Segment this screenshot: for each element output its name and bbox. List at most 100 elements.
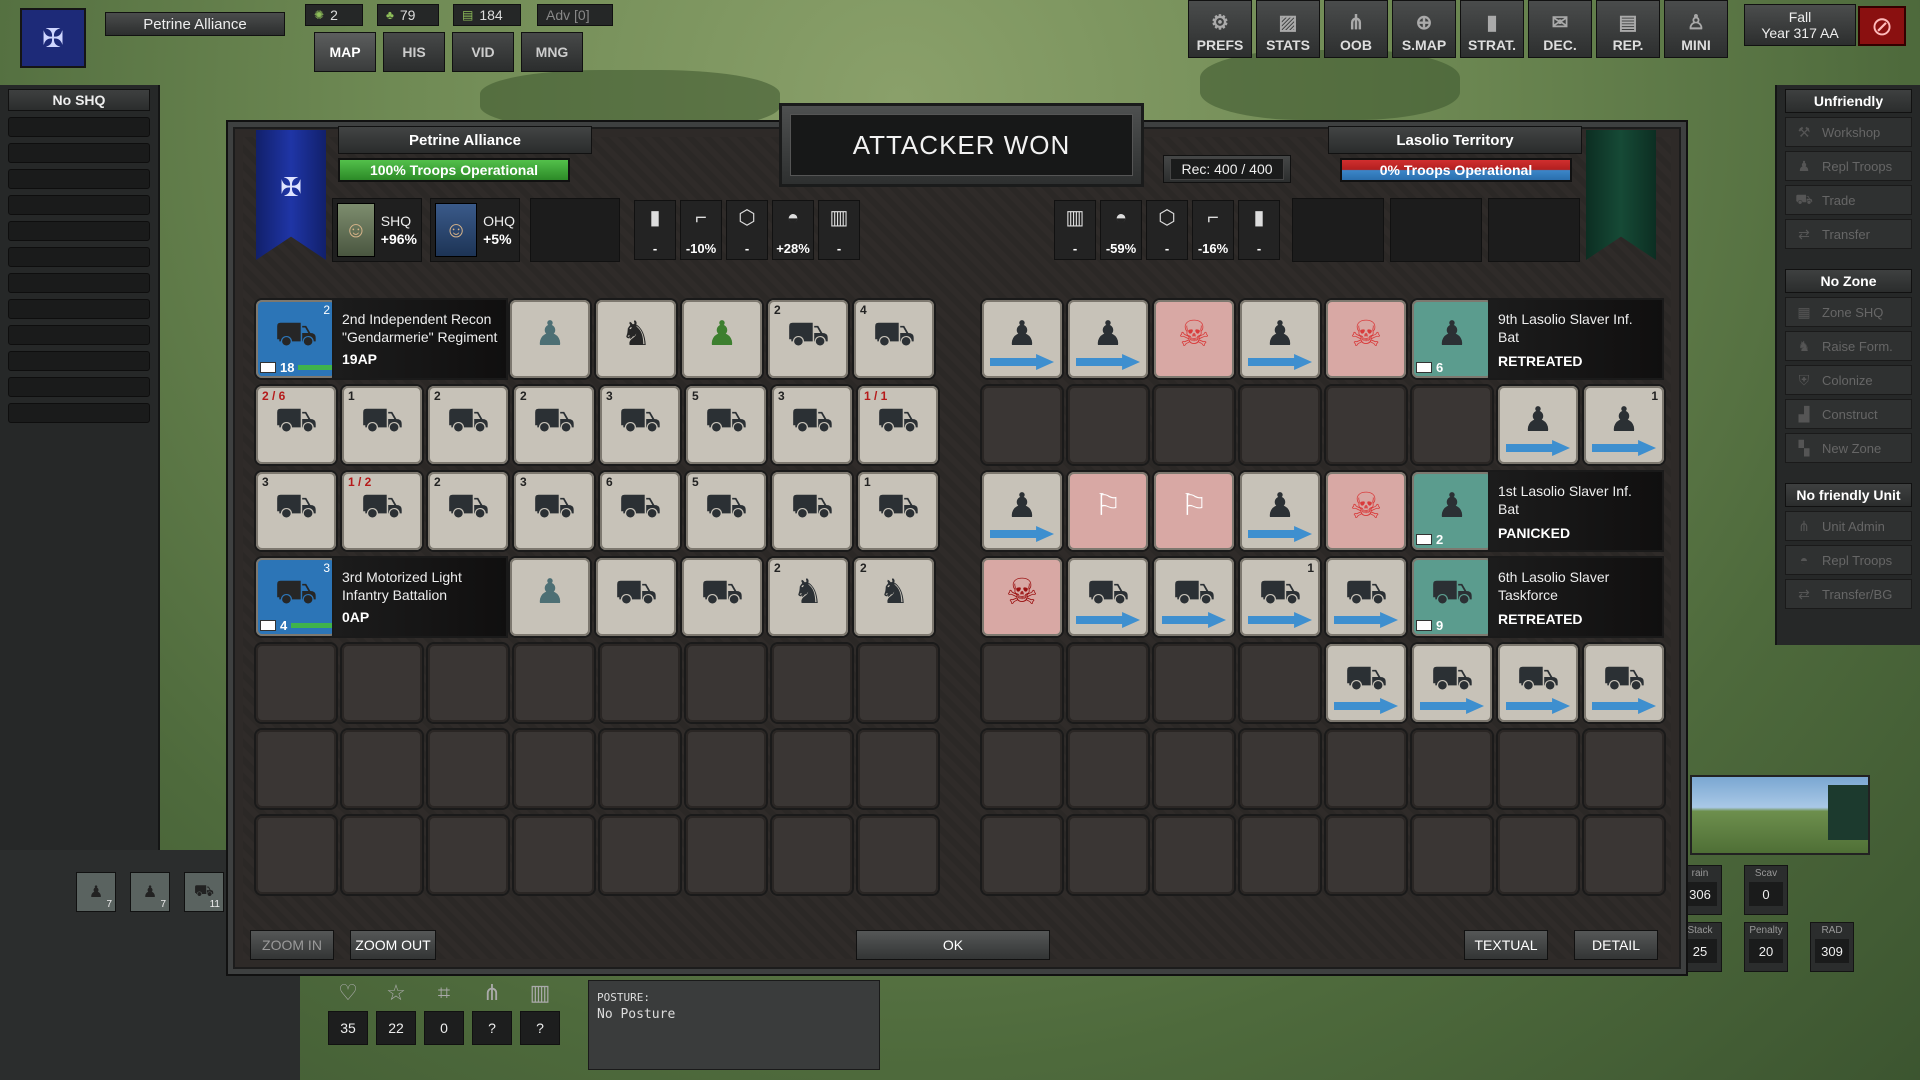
- shq-slot[interactable]: [8, 351, 150, 371]
- enemy-unit-cell[interactable]: 1 ♟: [1584, 386, 1664, 464]
- enemy-unit-cell[interactable]: ⛟: [1068, 558, 1148, 636]
- mod-supply[interactable]: ▥ -: [1054, 200, 1096, 260]
- enemy-unit-cell[interactable]: ⛟: [1154, 558, 1234, 636]
- unit-cell[interactable]: ⛟: [596, 558, 676, 636]
- unit-label-motorized-battalion[interactable]: 3rd Motorized Light Infantry Battalion 0…: [334, 558, 506, 636]
- unit-cell[interactable]: 1 ⛟: [858, 472, 938, 550]
- shq-slot[interactable]: [8, 143, 150, 163]
- unit-cell[interactable]: 3 ⛟: [772, 386, 852, 464]
- smap-button[interactable]: ⊕ S.MAP: [1392, 0, 1456, 58]
- repl-troops-button[interactable]: ♟ Repl Troops: [1785, 151, 1912, 181]
- mod-weapon[interactable]: ⌐ -16%: [1192, 200, 1234, 260]
- mod-helmet[interactable]: ◓ -59%: [1100, 200, 1142, 260]
- ohq-box[interactable]: ☺ OHQ +5%: [430, 198, 520, 262]
- unit-cell[interactable]: 5 ⛟: [686, 386, 766, 464]
- enemy-unit-cell[interactable]: ⛟: [1584, 644, 1664, 722]
- enemy-unit-cell[interactable]: ☠: [1154, 300, 1234, 378]
- unit-cell[interactable]: 3 ⛟: [256, 472, 336, 550]
- unit-hq-recon-regiment[interactable]: ⛟ 2 18: [256, 300, 336, 378]
- tab-map[interactable]: MAP: [314, 32, 376, 72]
- unit-cell[interactable]: ♟: [682, 300, 762, 378]
- raise-form-button[interactable]: ♞ Raise Form.: [1785, 331, 1912, 361]
- mod-terrain[interactable]: ⬡ -: [726, 200, 768, 260]
- shq-slot[interactable]: [8, 377, 150, 397]
- enemy-unit-cell[interactable]: ⛟: [1498, 644, 1578, 722]
- enemy-unit-cell[interactable]: ⛟: [1412, 644, 1492, 722]
- unit-cell[interactable]: 2 ⛟: [428, 472, 508, 550]
- enemy-label-1st-bat[interactable]: 1st Lasolio Slaver Inf. Bat PANICKED: [1490, 472, 1662, 550]
- mod-helmet[interactable]: ◓ +28%: [772, 200, 814, 260]
- enemy-unit-cell[interactable]: ♟: [1498, 386, 1578, 464]
- new-zone-button[interactable]: ▚ New Zone: [1785, 433, 1912, 463]
- enemy-label-6th-taskforce[interactable]: 6th Lasolio Slaver Taskforce RETREATED: [1490, 558, 1662, 636]
- enemy-unit-cell[interactable]: ⛟: [1326, 644, 1406, 722]
- enemy-unit-cell[interactable]: ♟: [1240, 472, 1320, 550]
- colonize-button[interactable]: ⛨ Colonize: [1785, 365, 1912, 395]
- stack-unit[interactable]: ♟ 7: [76, 872, 116, 912]
- enemy-unit-cell[interactable]: ☠: [982, 558, 1062, 636]
- mod-supply[interactable]: ▥ -: [818, 200, 860, 260]
- shq-slot[interactable]: [8, 195, 150, 215]
- unit-cell[interactable]: 2 ⛟: [428, 386, 508, 464]
- enemy-unit-cell[interactable]: ☠: [1326, 300, 1406, 378]
- enemy-unit-cell[interactable]: ⛟: [1326, 558, 1406, 636]
- unit-cell[interactable]: 2 ⛟: [768, 300, 848, 378]
- mini-button[interactable]: ♙ MINI: [1664, 0, 1728, 58]
- dec-button[interactable]: ✉ DEC.: [1528, 0, 1592, 58]
- rep-button[interactable]: ▤ REP.: [1596, 0, 1660, 58]
- end-turn-button[interactable]: ⊘: [1858, 6, 1906, 46]
- enemy-unit-cell[interactable]: ☠: [1326, 472, 1406, 550]
- mod-card[interactable]: ▮ -: [1238, 200, 1280, 260]
- unit-admin-button[interactable]: ⋔ Unit Admin: [1785, 511, 1912, 541]
- enemy-unit-cell[interactable]: ⚐: [1068, 472, 1148, 550]
- unit-cell[interactable]: 1 / 1 ⛟: [858, 386, 938, 464]
- zone-shq-button[interactable]: ▦ Zone SHQ: [1785, 297, 1912, 327]
- tab-vid[interactable]: VID: [452, 32, 514, 72]
- unit-cell[interactable]: ♟: [510, 558, 590, 636]
- unit-cell[interactable]: 1 / 2 ⛟: [342, 472, 422, 550]
- enemy-unit-cell[interactable]: ⚐: [1154, 472, 1234, 550]
- shq-slot[interactable]: [8, 117, 150, 137]
- unit-cell[interactable]: 2 ♞: [768, 558, 848, 636]
- enemy-hq-1st-bat[interactable]: ♟ 2: [1412, 472, 1492, 550]
- enemy-unit-cell[interactable]: ♟: [1240, 300, 1320, 378]
- detail-button[interactable]: DETAIL: [1574, 930, 1658, 960]
- enemy-unit-cell[interactable]: ♟: [982, 472, 1062, 550]
- enemy-unit-cell[interactable]: 1 ⛟: [1240, 558, 1320, 636]
- shq-slot[interactable]: [8, 299, 150, 319]
- shq-slot[interactable]: [8, 221, 150, 241]
- mod-card[interactable]: ▮ -: [634, 200, 676, 260]
- ok-button[interactable]: OK: [856, 930, 1050, 960]
- mod-terrain[interactable]: ⬡ -: [1146, 200, 1188, 260]
- unit-cell[interactable]: 2 / 6 ⛟: [256, 386, 336, 464]
- oob-button[interactable]: ⋔ OOB: [1324, 0, 1388, 58]
- stack-unit[interactable]: ⛟ 11: [184, 872, 224, 912]
- unit-cell[interactable]: 1 ⛟: [342, 386, 422, 464]
- strat-button[interactable]: ▮ STRAT.: [1460, 0, 1524, 58]
- unit-cell[interactable]: 6 ⛟: [600, 472, 680, 550]
- zoom-in-button[interactable]: ZOOM IN: [250, 930, 334, 960]
- unit-cell[interactable]: 5 ⛟: [686, 472, 766, 550]
- shq-slot[interactable]: [8, 403, 150, 423]
- enemy-label-9th-bat[interactable]: 9th Lasolio Slaver Inf. Bat RETREATED: [1490, 300, 1662, 378]
- unit-cell[interactable]: 2 ⛟: [514, 386, 594, 464]
- unit-cell[interactable]: ♟: [510, 300, 590, 378]
- unit-cell[interactable]: 4 ⛟: [854, 300, 934, 378]
- transfer-button[interactable]: ⇄ Transfer: [1785, 219, 1912, 249]
- shq-slot[interactable]: [8, 325, 150, 345]
- unit-hq-motorized-battalion[interactable]: ⛟ 3 4: [256, 558, 336, 636]
- textual-button[interactable]: TEXTUAL: [1464, 930, 1548, 960]
- shq-slot[interactable]: [8, 273, 150, 293]
- enemy-unit-cell[interactable]: ♟: [982, 300, 1062, 378]
- unit-cell[interactable]: ♞: [596, 300, 676, 378]
- enemy-hq-9th-bat[interactable]: ♟ 6: [1412, 300, 1492, 378]
- stack-unit[interactable]: ♟ 7: [130, 872, 170, 912]
- shq-slot[interactable]: [8, 169, 150, 189]
- unit-cell[interactable]: 2 ♞: [854, 558, 934, 636]
- unit-label-recon-regiment[interactable]: 2nd Independent Recon "Gendarmerie" Regi…: [334, 300, 506, 378]
- faction-flag[interactable]: ✠: [20, 8, 86, 68]
- enemy-hq-6th-taskforce[interactable]: ⛟ 9: [1412, 558, 1492, 636]
- trade-button[interactable]: ⛟ Trade: [1785, 185, 1912, 215]
- transfer-bg-button[interactable]: ⇄ Transfer/BG: [1785, 579, 1912, 609]
- unit-cell[interactable]: 3 ⛟: [600, 386, 680, 464]
